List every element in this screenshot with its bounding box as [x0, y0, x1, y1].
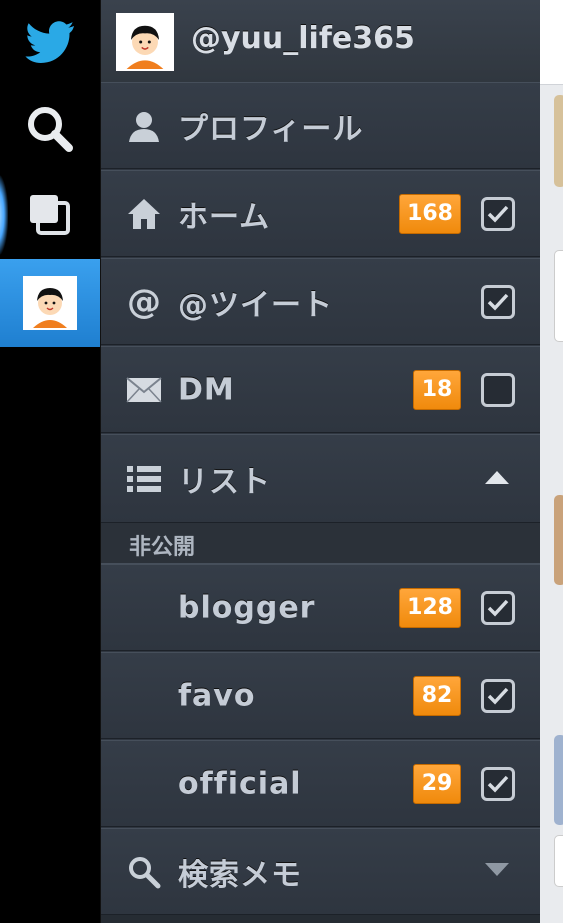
list-item-official[interactable]: official 29	[101, 740, 541, 827]
search-icon	[28, 107, 73, 152]
menu-item-label: 検索メモ	[178, 857, 302, 893]
timeline-header	[540, 0, 563, 85]
checkmark-icon	[487, 687, 509, 705]
person-icon	[125, 107, 163, 145]
windows-icon	[30, 195, 70, 235]
menu-item-label: ホーム	[178, 199, 271, 235]
collapse-up-icon[interactable]	[483, 468, 511, 490]
menu-item-lists[interactable]: リスト	[101, 434, 541, 523]
home-icon	[125, 195, 163, 233]
menu-item-label: プロフィール	[178, 111, 364, 147]
tweet-avatar-thumb	[554, 835, 563, 887]
expand-down-icon[interactable]	[483, 861, 511, 883]
checkmark-icon	[487, 293, 509, 311]
mentions-stream-checkbox[interactable]	[481, 284, 515, 319]
menu-item-home[interactable]: ホーム 168	[101, 170, 541, 257]
menu-item-label: リスト	[178, 464, 271, 500]
account-button[interactable]	[0, 259, 100, 347]
unread-count-badge: 168	[399, 193, 461, 234]
list-stream-checkbox[interactable]	[481, 590, 515, 625]
timeline-peek[interactable]	[540, 0, 563, 923]
list-icon	[125, 460, 163, 498]
checkmark-icon	[487, 775, 509, 793]
tweet-avatar-thumb	[554, 95, 563, 187]
panel-footer	[101, 915, 541, 923]
checkmark-icon	[487, 205, 509, 223]
dm-stream-checkbox[interactable]	[481, 372, 515, 407]
unread-count-badge: 29	[413, 763, 461, 804]
unread-count-badge: 82	[413, 675, 461, 716]
account-avatar	[23, 276, 77, 330]
envelope-icon	[125, 371, 163, 409]
search-button[interactable]	[0, 86, 100, 172]
windows-button[interactable]	[0, 172, 100, 258]
checkmark-icon	[487, 599, 509, 617]
account-header[interactable]: @yuu_life365	[101, 0, 541, 83]
menu-item-mentions[interactable]: @ @ツイート	[101, 258, 541, 345]
menu-item-profile[interactable]: プロフィール	[101, 82, 541, 169]
list-item-label: official	[178, 766, 302, 801]
unread-count-badge: 128	[399, 587, 461, 628]
side-menu-panel: @yuu_life365 プロフィール ホーム 168 @ @ツイート DM 1…	[100, 0, 541, 923]
tweet-avatar-thumb	[554, 250, 563, 342]
search-icon	[125, 853, 163, 891]
section-label: 非公開	[129, 535, 196, 560]
menu-item-dm[interactable]: DM 18	[101, 346, 541, 433]
list-item-blogger[interactable]: blogger 128	[101, 564, 541, 651]
list-item-favo[interactable]: favo 82	[101, 652, 541, 739]
list-item-label: favo	[178, 678, 256, 713]
avatar-illustration	[25, 278, 75, 328]
twitter-bird-icon	[25, 21, 74, 63]
unread-count-badge: 18	[413, 369, 461, 410]
tweet-avatar-thumb	[554, 495, 563, 585]
list-stream-checkbox[interactable]	[481, 678, 515, 713]
list-stream-checkbox[interactable]	[481, 766, 515, 801]
menu-item-label: @ツイート	[178, 287, 333, 323]
header-avatar	[116, 13, 174, 71]
at-sign-icon: @	[127, 281, 161, 322]
account-handle: @yuu_life365	[191, 21, 415, 56]
menu-item-search-memo[interactable]: 検索メモ	[101, 828, 541, 915]
twitter-button[interactable]	[0, 0, 100, 86]
tweet-avatar-thumb	[554, 735, 563, 825]
home-stream-checkbox[interactable]	[481, 196, 515, 231]
private-lists-section-header: 非公開	[101, 522, 541, 564]
left-rail	[0, 0, 100, 923]
list-item-label: blogger	[178, 590, 316, 625]
menu-item-label: DM	[178, 372, 235, 407]
avatar-illustration	[118, 15, 172, 69]
